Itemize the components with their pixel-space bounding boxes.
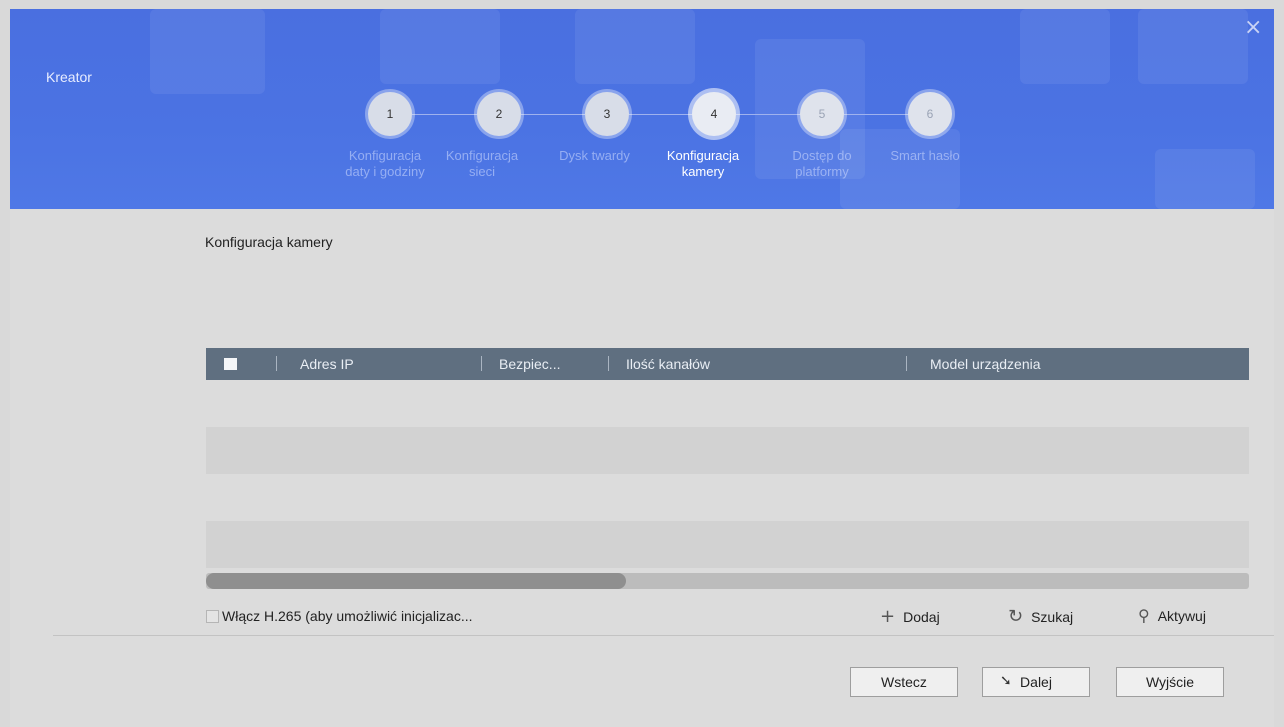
step-label: Konfiguracja kamery <box>666 148 740 179</box>
search-icon: ⚲ <box>1138 606 1150 625</box>
step-number: 3 <box>603 107 611 121</box>
step-2[interactable]: 2 <box>477 92 521 136</box>
column-header-security[interactable]: Bezpiec... <box>499 356 560 372</box>
step-number: 5 <box>818 107 826 121</box>
scrollbar-thumb[interactable] <box>206 573 626 589</box>
h265-label: Włącz H.265 (aby umożliwić inicjalizac..… <box>222 608 473 624</box>
table-header: Adres IP Bezpiec... Ilość kanałów Model … <box>206 348 1249 380</box>
horizontal-scrollbar[interactable] <box>206 573 1249 589</box>
activate-button[interactable]: ⚲ Aktywuj <box>1138 606 1206 625</box>
step-connector <box>521 114 585 115</box>
column-divider <box>481 356 482 371</box>
add-button[interactable]: + Dodaj <box>880 606 940 627</box>
column-header-channels[interactable]: Ilość kanałów <box>626 356 710 372</box>
page-title: Konfiguracja kamery <box>205 234 333 250</box>
search-button[interactable]: ↻ Szukaj <box>1008 606 1073 627</box>
header-decor-tile <box>575 9 695 84</box>
step-5[interactable]: 5 <box>800 92 844 136</box>
column-header-ip[interactable]: Adres IP <box>300 356 354 372</box>
step-connector <box>628 114 693 115</box>
step-3[interactable]: 3 <box>585 92 629 136</box>
column-header-model[interactable]: Model urządzenia <box>930 356 1041 372</box>
table-row <box>206 521 1249 568</box>
step-label: Smart hasło <box>890 148 960 163</box>
column-divider <box>608 356 609 371</box>
exit-button[interactable]: Wyjście <box>1116 667 1224 697</box>
camera-table: Adres IP Bezpiec... Ilość kanałów Model … <box>206 348 1249 590</box>
h265-checkbox-row[interactable]: Włącz H.265 (aby umożliwić inicjalizac..… <box>206 608 473 624</box>
header-decor-tile <box>1138 9 1248 84</box>
back-button[interactable]: Wstecz <box>850 667 958 697</box>
step-number: 1 <box>386 107 394 121</box>
next-button[interactable]: Dalej <box>982 667 1090 697</box>
step-connector <box>412 114 478 115</box>
step-label: Konfiguracja sieci <box>445 148 519 179</box>
plus-icon: + <box>880 606 896 627</box>
step-number: 6 <box>926 107 934 121</box>
refresh-icon: ↻ <box>1008 606 1024 627</box>
wizard-header: × Kreator 1 2 3 4 5 6 Konfiguracja daty … <box>10 9 1274 209</box>
step-label: Konfiguracja daty i godziny <box>345 148 425 179</box>
h265-checkbox[interactable] <box>206 609 219 623</box>
close-icon[interactable]: × <box>1244 17 1262 39</box>
wizard-window: × Kreator 1 2 3 4 5 6 Konfiguracja daty … <box>10 9 1274 727</box>
step-label: Dysk twardy <box>559 148 630 163</box>
step-label: Dostęp do platformy <box>792 148 852 179</box>
wizard-title: Kreator <box>46 69 92 85</box>
step-number: 4 <box>710 107 718 121</box>
step-4[interactable]: 4 <box>692 92 736 136</box>
step-connector <box>844 114 909 115</box>
table-row <box>206 427 1249 474</box>
footer-divider <box>53 635 1274 636</box>
mouse-cursor-icon: ➘ <box>1000 673 1012 689</box>
select-all-checkbox[interactable] <box>224 358 237 370</box>
header-decor-tile <box>380 9 500 84</box>
activate-label: Aktywuj <box>1157 607 1206 624</box>
header-decor-tile <box>150 9 265 94</box>
step-connector <box>736 114 801 115</box>
header-decor-tile <box>1155 149 1255 209</box>
table-row <box>206 474 1249 521</box>
step-6[interactable]: 6 <box>908 92 952 136</box>
add-label: Dodaj <box>903 608 940 625</box>
column-divider <box>906 356 907 371</box>
table-row <box>206 380 1249 427</box>
column-divider <box>276 356 277 371</box>
step-1[interactable]: 1 <box>368 92 412 136</box>
header-decor-tile <box>1020 9 1110 84</box>
step-number: 2 <box>495 107 503 121</box>
search-label: Szukaj <box>1031 608 1074 625</box>
